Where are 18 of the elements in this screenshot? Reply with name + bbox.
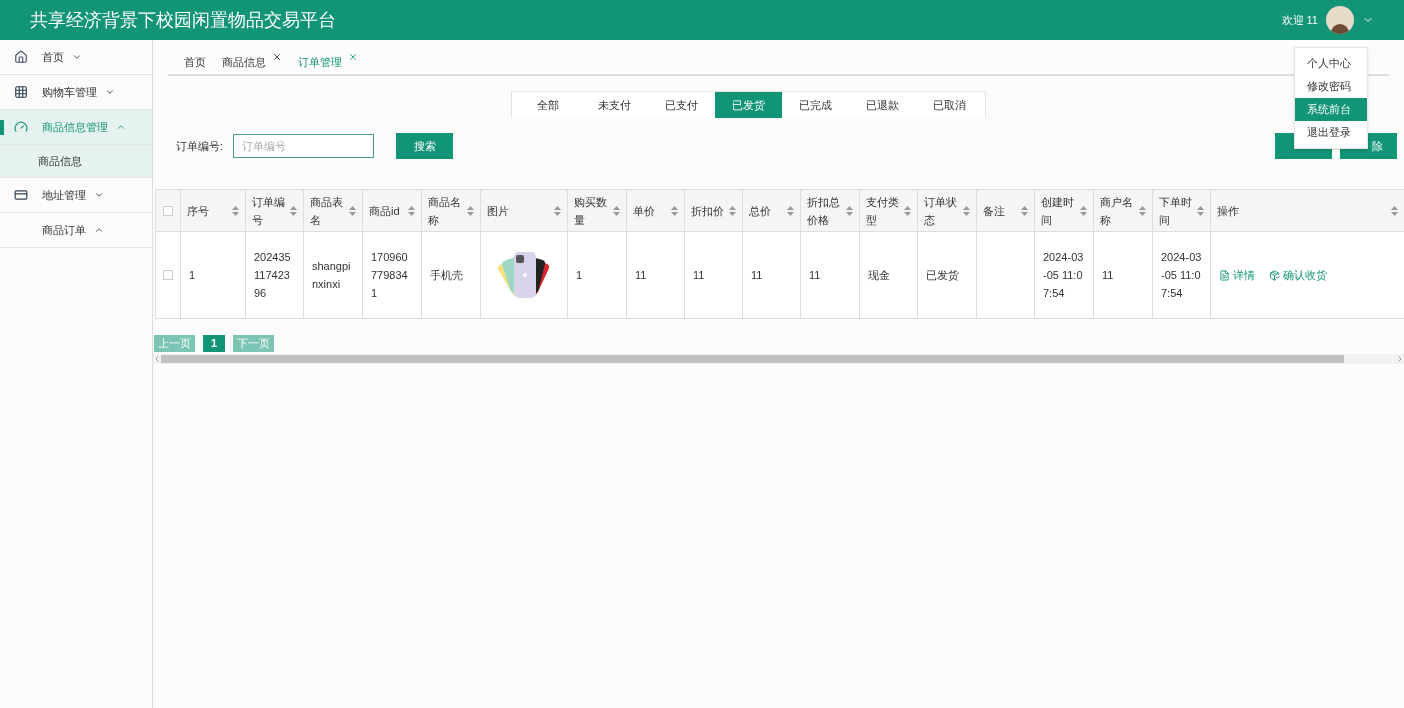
welcome-text: 欢迎 11 — [1281, 12, 1318, 28]
table-cell-text: 11 — [635, 268, 648, 283]
table-cell-text: 11 — [809, 268, 822, 283]
table-cell-text: 2024-03-05 11:07:54 — [1161, 250, 1202, 301]
table-cell-text: 1709607798341 — [371, 250, 409, 301]
search-label: 订单编号: — [176, 138, 224, 154]
table-cell-text: 20243511742396 — [254, 250, 292, 301]
table-cell-text: 手机壳 — [430, 268, 464, 283]
table-cell-text: 已发货 — [926, 268, 960, 283]
table-cell-text: 现金 — [868, 268, 891, 283]
table-cell-text: 1 — [189, 268, 197, 283]
table-cell-text: 1 — [576, 268, 584, 283]
app-title: 共享经济背景下校园闲置物品交易平台 — [30, 8, 336, 32]
table-cell-text: 11 — [693, 268, 706, 283]
table-cell-text: 2024-03-05 11:07:54 — [1043, 250, 1085, 301]
table-cell-text: 11 — [751, 268, 764, 283]
table-cell-text: shangpinxinxi — [312, 259, 352, 292]
table-cell-text: 11 — [1102, 268, 1115, 283]
